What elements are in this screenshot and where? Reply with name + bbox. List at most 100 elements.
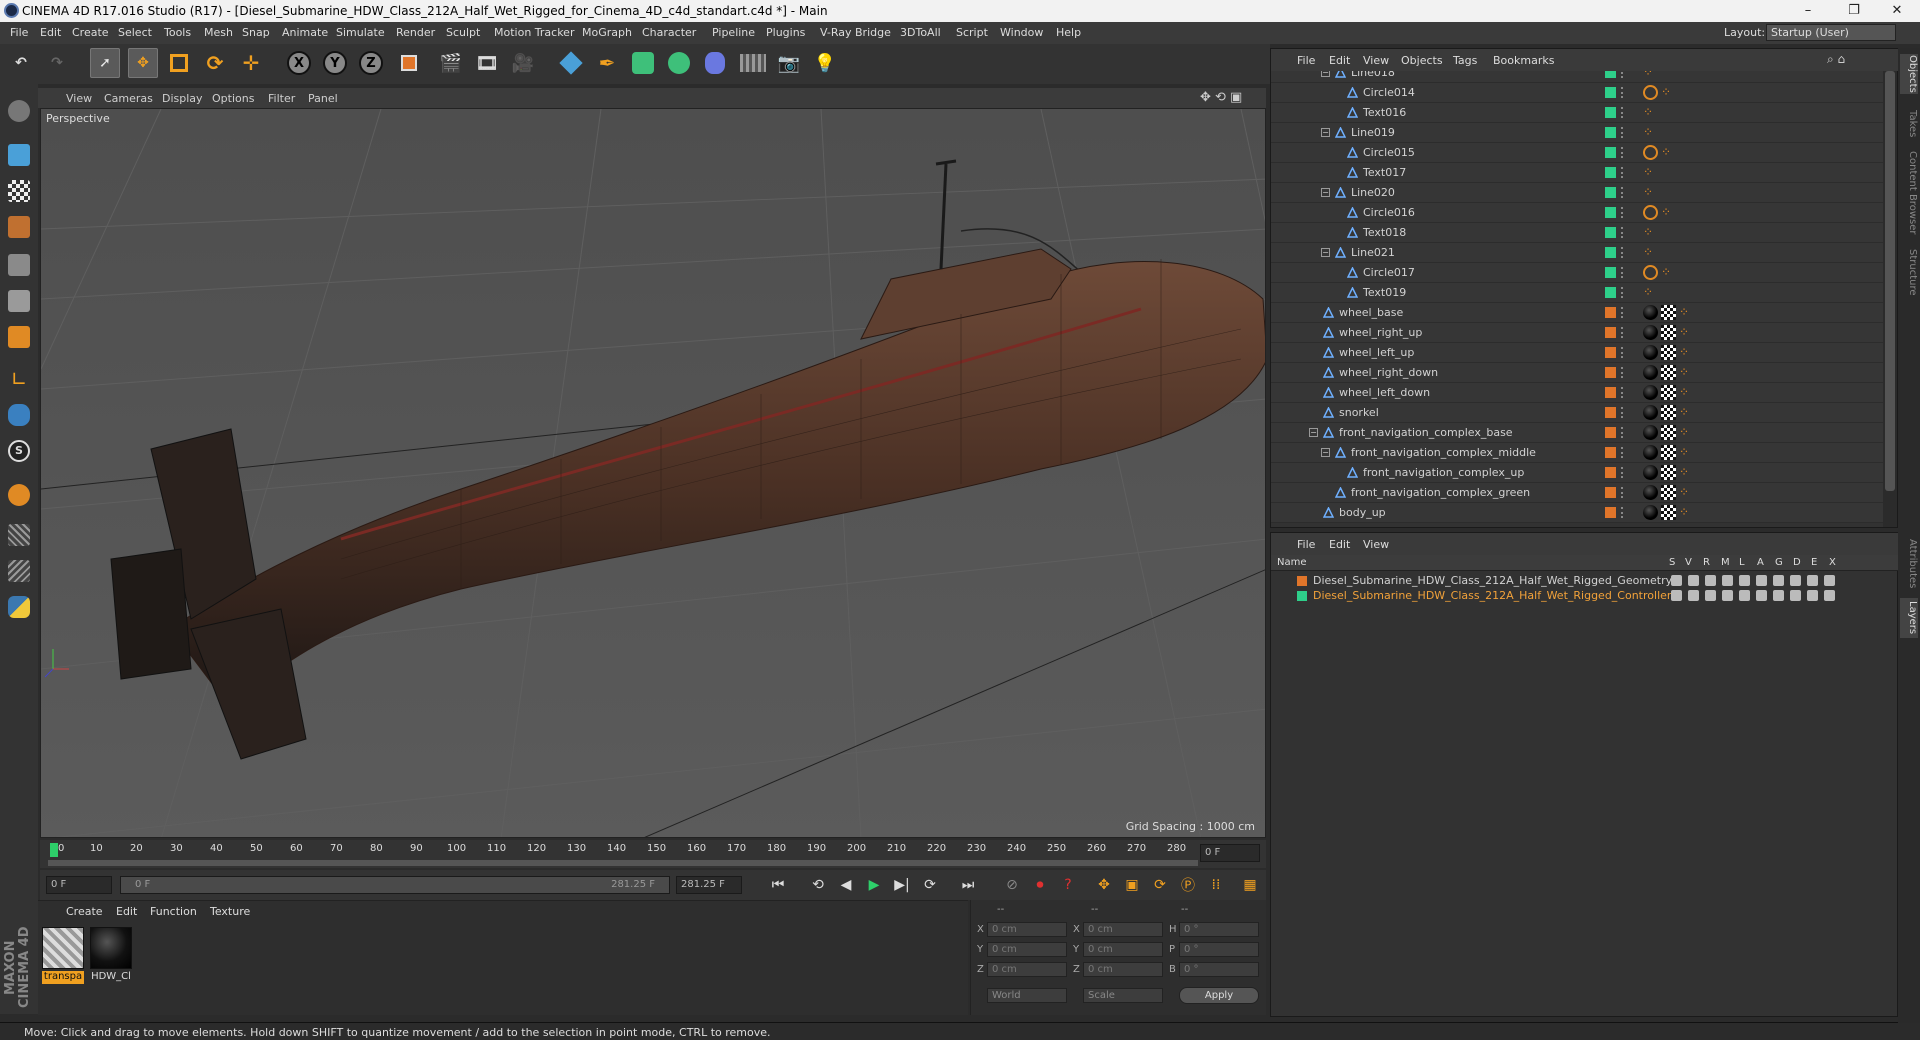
go-to-start-icon[interactable]: ⏮ <box>766 874 790 896</box>
expand-toggle-icon[interactable]: − <box>1321 448 1330 457</box>
layer-color-swatch[interactable] <box>1605 307 1616 318</box>
object-row[interactable]: Text017 ⁘ <box>1271 163 1883 183</box>
layer-color-swatch[interactable] <box>1605 107 1616 118</box>
start-frame-field[interactable]: 0 F <box>46 876 112 894</box>
constraint-tag-icon[interactable]: ⁘ <box>1679 325 1694 340</box>
menu-render[interactable]: Render <box>396 26 435 39</box>
layer-flag-icon[interactable] <box>1790 590 1801 601</box>
next-key-icon[interactable]: ⟳ <box>918 874 942 896</box>
camera-object-icon[interactable]: 📷 <box>774 48 804 78</box>
layer-row[interactable]: Diesel_Submarine_HDW_Class_212A_Half_Wet… <box>1271 573 1899 588</box>
axis-mode-icon[interactable]: ∟ <box>4 364 34 394</box>
texture-tag-icon[interactable] <box>1661 305 1676 320</box>
position-y-field[interactable]: 0 cm <box>987 942 1067 957</box>
layer-color-swatch[interactable] <box>1605 427 1616 438</box>
previous-key-icon[interactable]: ⟲ <box>806 874 830 896</box>
object-row[interactable]: − front_navigation_complex_middle ⁘ <box>1271 443 1883 463</box>
menu-vray-bridge[interactable]: V-Ray Bridge <box>820 26 891 39</box>
visibility-dots-icon[interactable] <box>1621 87 1624 98</box>
visibility-dots-icon[interactable] <box>1621 347 1624 358</box>
scroll-thumb[interactable] <box>1885 71 1895 491</box>
layer-color-swatch[interactable] <box>1605 487 1616 498</box>
menu-character[interactable]: Character <box>642 26 696 39</box>
layer-flag-icon[interactable] <box>1688 590 1699 601</box>
visibility-dots-icon[interactable] <box>1621 127 1624 138</box>
visibility-dots-icon[interactable] <box>1621 227 1624 238</box>
menu-plugins[interactable]: Plugins <box>766 26 805 39</box>
make-editable-icon[interactable] <box>4 96 34 126</box>
layer-flag-icon[interactable] <box>1807 575 1818 586</box>
tab-objects[interactable]: Objects <box>1900 54 1918 94</box>
coordinate-system-icon[interactable] <box>394 48 424 78</box>
material-tag-icon[interactable] <box>1643 385 1658 400</box>
visibility-dots-icon[interactable] <box>1621 387 1624 398</box>
layer-color-swatch[interactable] <box>1605 347 1616 358</box>
texture-tag-icon[interactable] <box>1661 465 1676 480</box>
protection-tag-icon[interactable] <box>1643 265 1658 280</box>
coordinate-mode-select[interactable]: World <box>987 988 1067 1003</box>
layer-flag-icon[interactable] <box>1739 575 1750 586</box>
material-menu-edit[interactable]: Edit <box>116 905 137 918</box>
layer-color-swatch[interactable] <box>1605 507 1616 518</box>
constraint-tag-icon[interactable]: ⁘ <box>1679 445 1694 460</box>
visibility-dots-icon[interactable] <box>1621 447 1624 458</box>
material-menu-create[interactable]: Create <box>66 905 103 918</box>
material-tag-icon[interactable] <box>1643 465 1658 480</box>
record-keys-off-icon[interactable]: ⊘ <box>1000 874 1024 896</box>
constraint-tag-icon[interactable]: ⁘ <box>1643 225 1658 240</box>
menu-motion-tracker[interactable]: Motion Tracker <box>494 26 574 39</box>
material-tag-icon[interactable] <box>1643 485 1658 500</box>
material-swatch-transparent[interactable] <box>42 927 84 969</box>
playhead-marker[interactable] <box>50 843 58 857</box>
rotate-tool-icon[interactable]: ⟳ <box>200 48 230 78</box>
object-row[interactable]: snorkel ⁘ <box>1271 403 1883 423</box>
timeline-window-icon[interactable]: ▦ <box>1238 874 1262 896</box>
python-icon[interactable] <box>4 592 34 622</box>
menu-window[interactable]: Window <box>1000 26 1043 39</box>
object-search-icon[interactable]: ⌕ ⌂ <box>1827 52 1845 67</box>
menu-help[interactable]: Help <box>1056 26 1081 39</box>
layer-menu-view[interactable]: View <box>1363 538 1389 551</box>
constraint-tag-icon[interactable]: ⁘ <box>1643 71 1658 80</box>
constraint-tag-icon[interactable]: ⁘ <box>1679 345 1694 360</box>
viewport-menu-display[interactable]: Display <box>162 92 203 105</box>
constraint-tag-icon[interactable]: ⁘ <box>1679 465 1694 480</box>
workplane-grid-icon[interactable] <box>4 556 34 586</box>
visibility-dots-icon[interactable] <box>1621 407 1624 418</box>
texture-tag-icon[interactable] <box>1661 405 1676 420</box>
play-icon[interactable]: ▶ <box>862 874 886 896</box>
visibility-dots-icon[interactable] <box>1621 71 1624 78</box>
object-row[interactable]: − Line021 ⁘ <box>1271 243 1883 263</box>
layer-flag-icon[interactable] <box>1773 575 1784 586</box>
texture-tag-icon[interactable] <box>1661 445 1676 460</box>
material-swatch-hdw[interactable] <box>90 927 132 969</box>
material-tag-icon[interactable] <box>1643 505 1658 520</box>
rotation-b-field[interactable]: 0 ° <box>1179 962 1259 977</box>
visibility-dots-icon[interactable] <box>1621 507 1624 518</box>
restore-button[interactable]: ❐ <box>1831 0 1877 22</box>
protection-tag-icon[interactable] <box>1643 205 1658 220</box>
viewport-menu-options[interactable]: Options <box>212 92 254 105</box>
material-tag-icon[interactable] <box>1643 305 1658 320</box>
tab-content-browser[interactable]: Content Browser <box>1900 148 1918 238</box>
object-menu-edit[interactable]: Edit <box>1329 54 1350 67</box>
layer-color-swatch[interactable] <box>1605 367 1616 378</box>
visibility-dots-icon[interactable] <box>1621 107 1624 118</box>
polygons-mode-icon[interactable] <box>4 322 34 352</box>
y-axis-lock-button[interactable]: Y <box>320 48 350 78</box>
visibility-dots-icon[interactable] <box>1621 287 1624 298</box>
redo-icon[interactable]: ↷ <box>42 48 72 78</box>
texture-mode-icon[interactable] <box>4 176 34 206</box>
layer-flag-icon[interactable] <box>1739 590 1750 601</box>
rotation-p-field[interactable]: 0 ° <box>1179 942 1259 957</box>
object-row[interactable]: − Line020 ⁘ <box>1271 183 1883 203</box>
constraint-tag-icon[interactable]: ⁘ <box>1679 385 1694 400</box>
layer-menu-file[interactable]: File <box>1297 538 1315 551</box>
menu-animate[interactable]: Animate <box>282 26 328 39</box>
viewport-navigation-icon[interactable]: ✥ ⟲ ▣ <box>1200 90 1242 105</box>
visibility-dots-icon[interactable] <box>1621 487 1624 498</box>
z-axis-lock-button[interactable]: Z <box>356 48 386 78</box>
texture-tag-icon[interactable] <box>1661 485 1676 500</box>
rotation-h-field[interactable]: 0 ° <box>1179 922 1259 937</box>
layer-flag-icon[interactable] <box>1756 590 1767 601</box>
